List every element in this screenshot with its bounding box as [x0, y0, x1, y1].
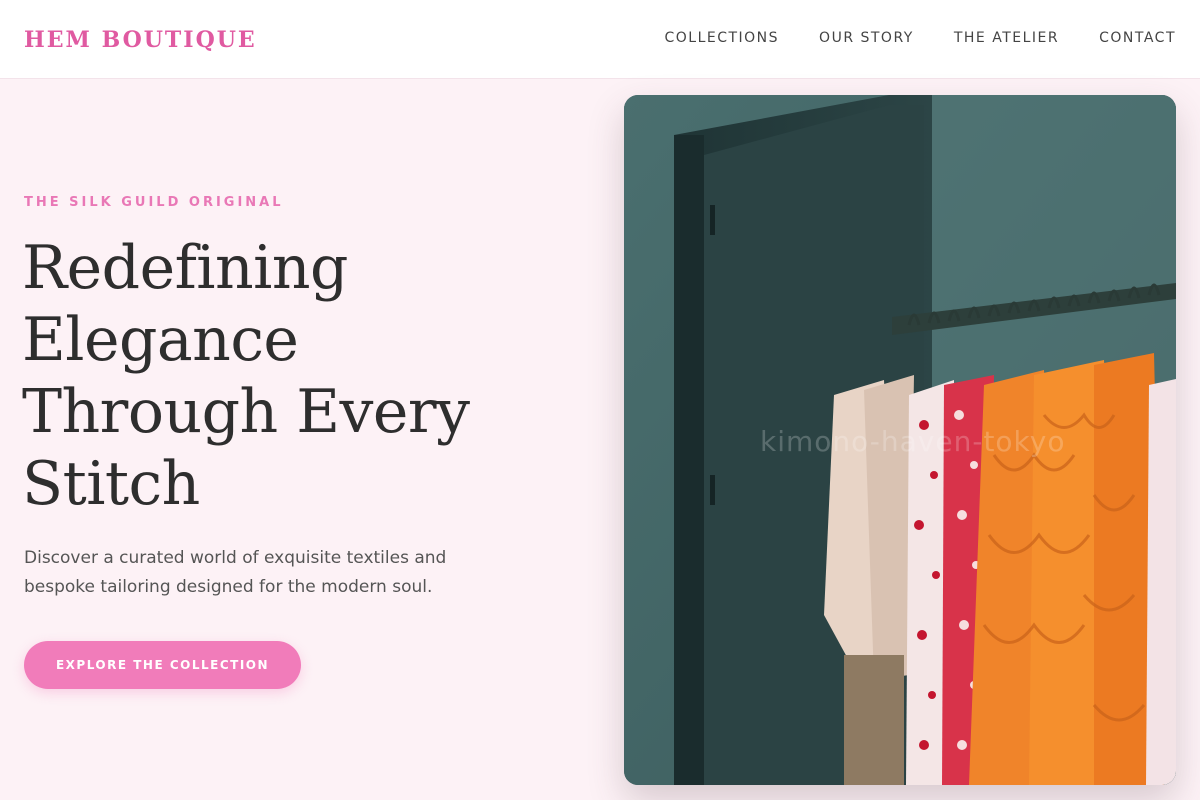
- navbar: HEM BOUTIQUE COLLECTIONS OUR STORY THE A…: [0, 0, 1200, 79]
- headline-line: Stitch: [22, 449, 200, 519]
- headline-line: Through Every: [22, 377, 470, 447]
- nav-item-collections[interactable]: COLLECTIONS: [664, 30, 779, 46]
- nav-item-our-story[interactable]: OUR STORY: [819, 30, 914, 46]
- headline-line: Redefining: [22, 233, 348, 303]
- nav-item-the-atelier[interactable]: THE ATELIER: [954, 30, 1059, 46]
- hero-description: Discover a curated world of exquisite te…: [24, 548, 447, 597]
- main-nav: COLLECTIONS OUR STORY THE ATELIER CONTAC…: [664, 30, 1176, 46]
- hero-headline: Redefining Elegance Through Every Stitch: [22, 232, 582, 520]
- nav-item-contact[interactable]: CONTACT: [1099, 30, 1176, 46]
- headline-line: Elegance: [22, 305, 299, 375]
- hero-image: kimono-haven-tokyo: [624, 95, 1176, 785]
- image-watermark: kimono-haven-tokyo: [760, 425, 1066, 458]
- hero-eyebrow: THE SILK GUILD ORIGINAL: [24, 195, 284, 210]
- brand-logo[interactable]: HEM BOUTIQUE: [24, 27, 257, 53]
- explore-collection-button[interactable]: EXPLORE THE COLLECTION: [24, 641, 301, 689]
